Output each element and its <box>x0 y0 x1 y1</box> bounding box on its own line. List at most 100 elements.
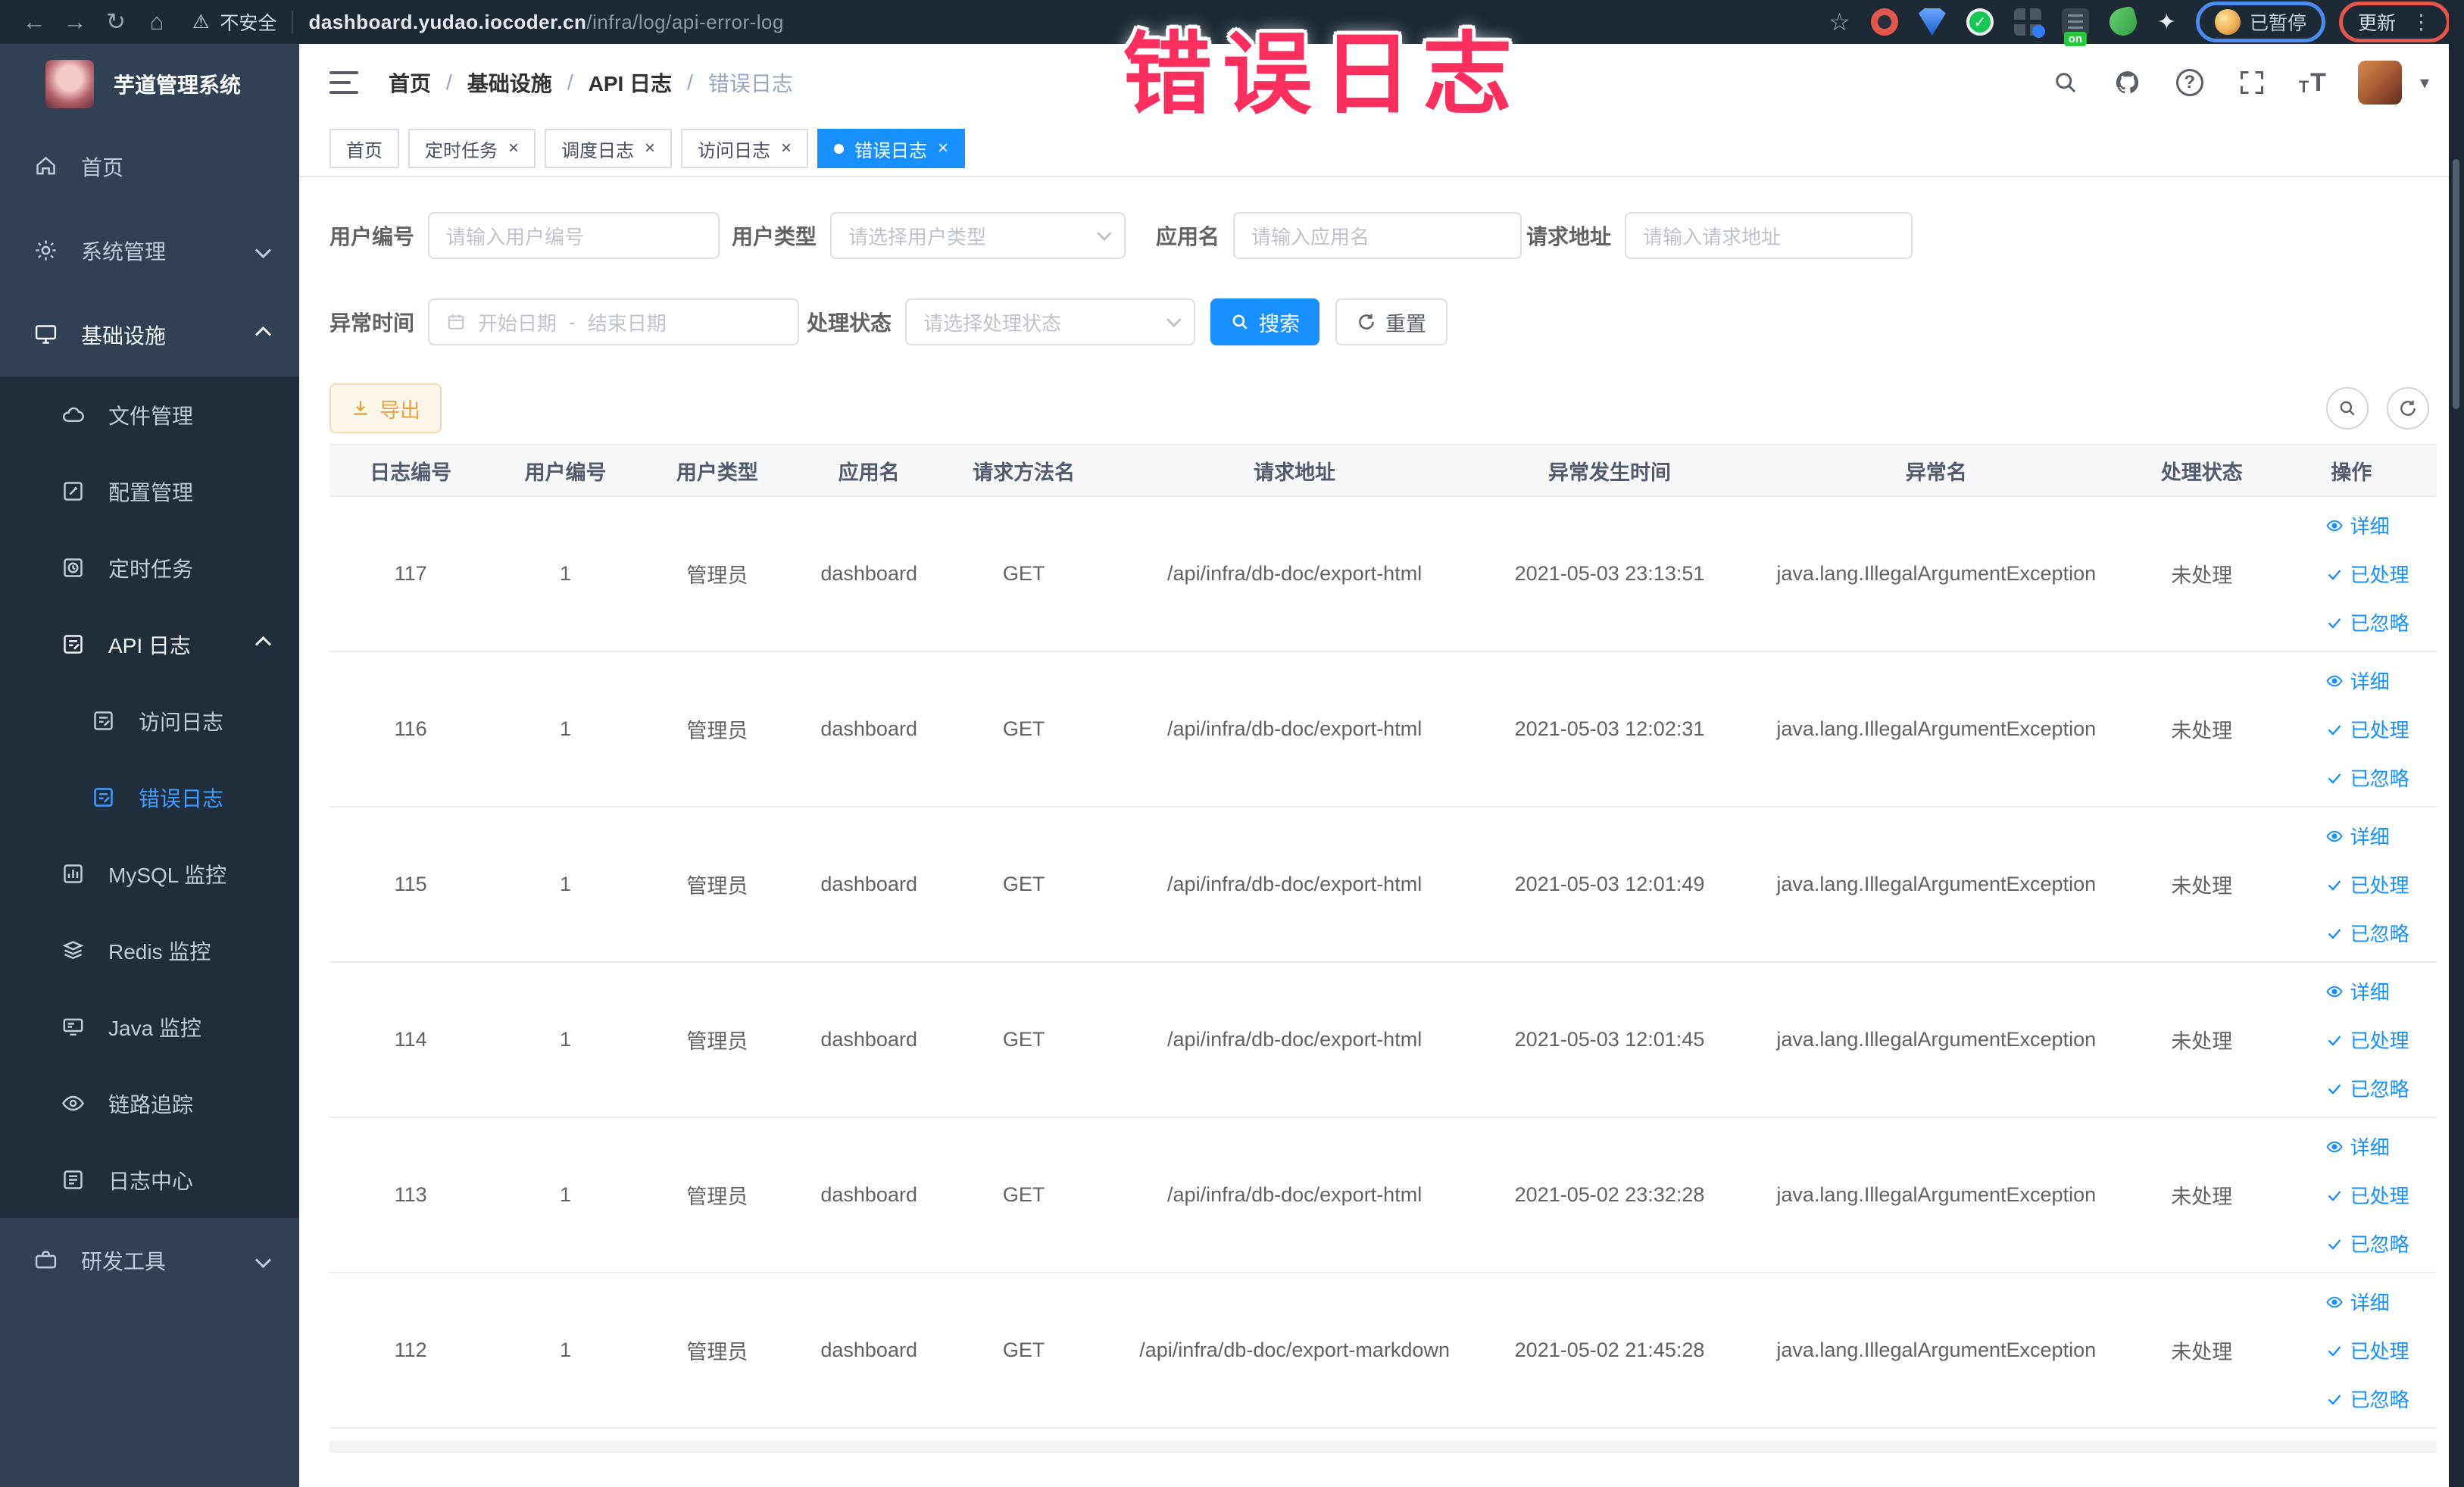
action-processed-link[interactable]: 已处理 <box>2325 870 2409 898</box>
action-ignored-link[interactable]: 已忽略 <box>2325 1074 2409 1102</box>
sidebar-item-infra[interactable]: 基础设施 <box>0 292 299 376</box>
refresh-table-button[interactable] <box>2387 387 2429 430</box>
browser-menu-dots-icon[interactable]: ⋮ <box>2411 11 2431 34</box>
exception-time-range-picker[interactable]: 开始日期 - 结束日期 <box>428 298 800 345</box>
font-size-icon[interactable]: TT <box>2299 70 2326 95</box>
edit-icon <box>61 479 86 504</box>
process-status-select[interactable]: 请选择处理状态 <box>905 298 1196 345</box>
avatar-caret-icon[interactable]: ▾ <box>2420 72 2429 94</box>
extension-orange-icon[interactable] <box>1870 8 1898 36</box>
cell-request-url: /api/infra/db-doc/export-html <box>1104 1117 1485 1273</box>
bookmark-star-icon[interactable]: ☆ <box>1828 8 1850 36</box>
eye-icon <box>2325 675 2343 686</box>
extension-green-check-icon[interactable]: ✓ <box>1966 8 1994 36</box>
sidebar-item-access-log[interactable]: 访问日志 <box>0 683 299 759</box>
sidebar-item-error-log[interactable]: 错误日志 <box>0 759 299 836</box>
sidebar-item-redis[interactable]: Redis 监控 <box>0 912 299 989</box>
action-processed-link[interactable]: 已处理 <box>2325 1026 2409 1054</box>
action-ignored-link[interactable]: 已忽略 <box>2325 1229 2409 1257</box>
calendar-icon <box>446 312 466 332</box>
export-button[interactable]: 导出 <box>329 383 442 433</box>
browser-back-icon[interactable]: ← <box>14 8 55 36</box>
filter-row-1: 用户编号 请输入用户编号 用户类型 请选择用户类型 应用名 请输入应用名 请求地… <box>329 212 2437 259</box>
browser-forward-icon[interactable]: → <box>55 8 95 36</box>
sidebar-item-api-log[interactable]: API 日志 <box>0 606 299 683</box>
action-processed-link[interactable]: 已处理 <box>2325 715 2409 743</box>
check-icon <box>2328 773 2341 784</box>
action-detail-link[interactable]: 详细 <box>2325 977 2390 1005</box>
sidebar-item-tools[interactable]: 研发工具 <box>0 1218 299 1302</box>
tab-job-log[interactable]: 调度日志 × <box>545 129 673 168</box>
sidebar-logo[interactable]: 芋道管理系统 <box>0 44 299 124</box>
action-processed-link[interactable]: 已处理 <box>2325 1336 2409 1364</box>
filter-label-process-status: 处理状态 <box>807 311 892 335</box>
request-url-input[interactable]: 请输入请求地址 <box>1625 212 1913 259</box>
browser-reload-icon[interactable]: ↻ <box>95 8 136 36</box>
action-detail-link[interactable]: 详细 <box>2325 1132 2390 1161</box>
extension-switch-icon[interactable]: on <box>2061 8 2089 46</box>
help-icon[interactable]: ? <box>2175 67 2205 98</box>
browser-home-icon[interactable]: ⌂ <box>136 8 177 36</box>
sidebar-item-mysql[interactable]: MySQL 监控 <box>0 836 299 912</box>
paused-extension-badge[interactable]: 已暂停 <box>2195 2 2325 42</box>
browser-update-button[interactable]: 更新 ⋮ <box>2338 2 2450 42</box>
action-detail-link[interactable]: 详细 <box>2325 667 2390 695</box>
sidebar-item-home[interactable]: 首页 <box>0 124 299 208</box>
url-text[interactable]: dashboard.yudao.iocoder.cn/infra/log/api… <box>308 11 784 34</box>
tab-home[interactable]: 首页 <box>329 129 399 168</box>
action-ignored-link[interactable]: 已忽略 <box>2325 608 2409 636</box>
hide-search-button[interactable] <box>2326 387 2369 430</box>
action-ignored-link[interactable]: 已忽略 <box>2325 1385 2409 1413</box>
close-icon[interactable]: × <box>508 138 519 159</box>
sidebar-item-log-center[interactable]: 日志中心 <box>0 1142 299 1218</box>
col-user-id: 用户编号 <box>492 445 639 497</box>
cell-exception-time: 2021-05-02 21:45:28 <box>1484 1273 1735 1429</box>
sidebar-item-trace[interactable]: 链路追踪 <box>0 1065 299 1142</box>
action-ignored-link[interactable]: 已忽略 <box>2325 919 2409 947</box>
sidebar-item-java[interactable]: Java 监控 <box>0 989 299 1065</box>
sidebar-item-job[interactable]: 定时任务 <box>0 530 299 606</box>
action-detail-link[interactable]: 详细 <box>2325 822 2390 850</box>
sidebar-item-system[interactable]: 系统管理 <box>0 208 299 292</box>
extension-grid-icon[interactable] <box>2013 8 2045 38</box>
user-type-select[interactable]: 请选择用户类型 <box>830 212 1126 259</box>
tags-view-bar: 首页 定时任务 × 调度日志 × 访问日志 × 错误日志 × <box>299 121 2464 177</box>
reset-button[interactable]: 重置 <box>1335 298 1448 345</box>
extensions-puzzle-icon[interactable]: ✦ <box>2157 9 2176 36</box>
close-icon[interactable]: × <box>645 138 655 159</box>
address-bar[interactable]: ⚠ 不安全 dashboard.yudao.iocoder.cn/infra/l… <box>192 8 784 36</box>
tab-job[interactable]: 定时任务 × <box>408 129 536 168</box>
action-detail-link[interactable]: 详细 <box>2325 511 2390 539</box>
scrollbar-thumb[interactable] <box>2453 159 2459 409</box>
cell-exception-name: java.lang.IllegalArgumentException <box>1735 807 2138 963</box>
action-ignored-link[interactable]: 已忽略 <box>2325 764 2409 792</box>
cell-process-status: 未处理 <box>2137 1273 2266 1429</box>
app-name-input[interactable]: 请输入应用名 <box>1233 212 1522 259</box>
extension-shield-icon[interactable] <box>1918 8 1946 36</box>
action-processed-link[interactable]: 已处理 <box>2325 1181 2409 1209</box>
sidebar-item-label: Redis 监控 <box>108 939 211 964</box>
action-processed-link[interactable]: 已处理 <box>2325 560 2409 588</box>
cell-user-type: 管理员 <box>639 1273 795 1429</box>
user-avatar[interactable] <box>2357 61 2402 105</box>
tab-access-log[interactable]: 访问日志 × <box>681 129 809 168</box>
close-icon[interactable]: × <box>938 138 948 159</box>
user-id-input[interactable]: 请输入用户编号 <box>428 212 720 259</box>
sidebar-item-config[interactable]: 配置管理 <box>0 453 299 530</box>
github-icon[interactable] <box>2113 67 2143 98</box>
home-icon <box>33 154 58 179</box>
breadcrumb-item[interactable]: 首页 <box>389 67 431 98</box>
search-button[interactable]: 搜索 <box>1210 298 1320 345</box>
sidebar-item-file[interactable]: 文件管理 <box>0 376 299 453</box>
action-detail-link[interactable]: 详细 <box>2325 1288 2390 1316</box>
extension-leaf-icon[interactable] <box>2106 5 2140 39</box>
sidebar: 芋道管理系统 首页 系统管理 基础设施 文件管理 配置管理 定时任务 API 日… <box>0 44 299 1487</box>
search-icon[interactable] <box>2050 67 2081 98</box>
breadcrumb-item[interactable]: 基础设施 <box>467 67 552 98</box>
tab-error-log[interactable]: 错误日志 × <box>817 129 966 168</box>
fullscreen-icon[interactable] <box>2237 67 2267 98</box>
breadcrumb-item[interactable]: API 日志 <box>589 67 672 98</box>
security-label[interactable]: 不安全 <box>220 8 276 36</box>
close-icon[interactable]: × <box>781 138 792 159</box>
hamburger-icon[interactable] <box>329 70 360 95</box>
